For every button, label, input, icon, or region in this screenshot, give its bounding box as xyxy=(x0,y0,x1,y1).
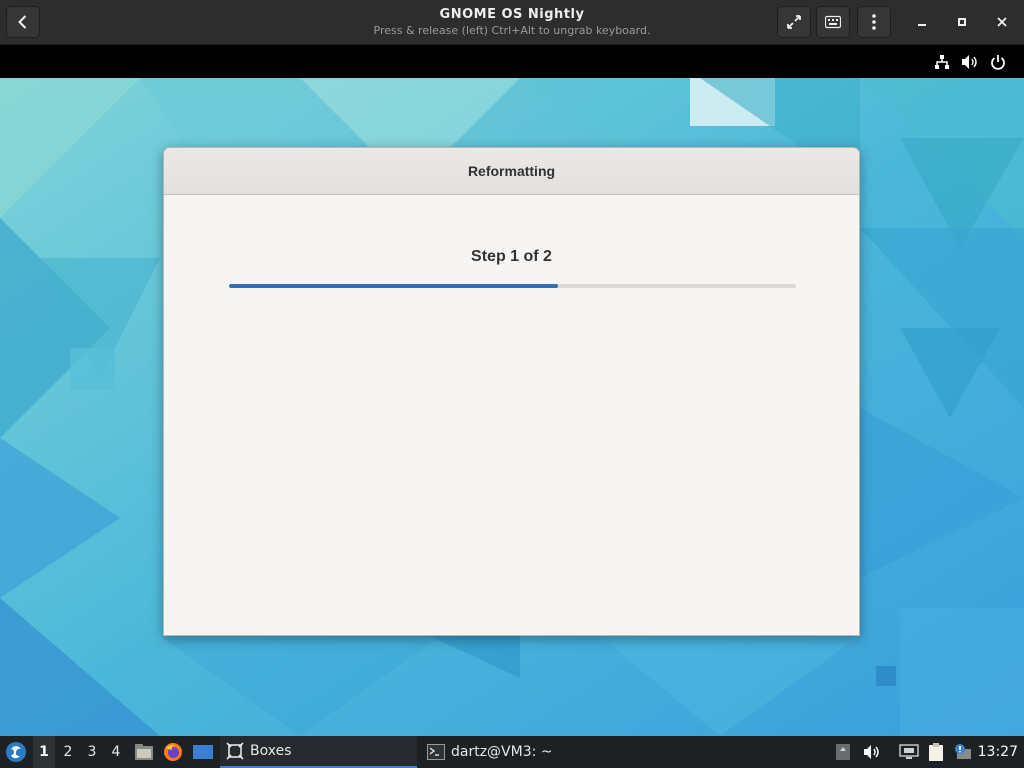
tray-updates[interactable] xyxy=(953,736,975,768)
clock: 13:27 xyxy=(977,744,1018,760)
progress-fill xyxy=(229,284,558,288)
fullscreen-button[interactable] xyxy=(777,6,811,38)
power-icon[interactable] xyxy=(989,53,1007,71)
menu-button[interactable] xyxy=(857,6,891,38)
workspace-4[interactable]: 4 xyxy=(105,736,127,768)
file-manager-icon xyxy=(135,744,153,760)
task-boxes[interactable]: Boxes xyxy=(220,736,417,768)
keyboard-icon xyxy=(825,15,841,29)
progress-bar xyxy=(229,284,796,288)
distro-logo-icon xyxy=(6,742,26,762)
minimize-button[interactable] xyxy=(905,6,939,38)
task-label: Boxes xyxy=(250,743,292,759)
minimize-icon xyxy=(918,24,926,26)
close-icon xyxy=(997,17,1007,27)
workspace-3[interactable]: 3 xyxy=(81,736,103,768)
kebab-menu-icon xyxy=(872,14,876,30)
firefox-icon xyxy=(164,743,182,761)
volume-icon xyxy=(864,745,879,759)
upload-icon xyxy=(836,744,850,760)
firefox-launcher[interactable] xyxy=(163,736,185,768)
update-notifier-icon xyxy=(955,744,971,759)
fullscreen-icon xyxy=(787,15,801,29)
network-icon[interactable] xyxy=(933,53,951,71)
clipboard-icon xyxy=(929,743,943,761)
show-desktop-launcher[interactable] xyxy=(192,736,216,768)
file-manager-launcher[interactable] xyxy=(134,736,156,768)
maximize-icon xyxy=(958,18,966,26)
tray-volume[interactable] xyxy=(863,736,883,768)
task-label: dartz@VM3: ~ xyxy=(451,744,553,760)
tray-clipboard[interactable] xyxy=(927,736,947,768)
tray-upload[interactable] xyxy=(835,736,853,768)
close-button[interactable] xyxy=(985,6,1019,38)
boxes-app-icon xyxy=(226,742,244,760)
terminal-icon xyxy=(427,744,445,760)
workspace-2[interactable]: 2 xyxy=(57,736,79,768)
guest-top-bar xyxy=(0,45,1024,78)
step-label: Step 1 of 2 xyxy=(471,248,552,265)
app-menu-button[interactable] xyxy=(4,736,28,768)
maximize-button[interactable] xyxy=(945,6,979,38)
wired-network-icon xyxy=(899,744,919,759)
boxes-headerbar: GNOME OS Nightly Press & release (left) … xyxy=(0,0,1024,45)
host-taskbar: 1 2 3 4 Boxes dartz@VM3: ~ 13:27 xyxy=(0,736,1024,768)
task-terminal[interactable]: dartz@VM3: ~ xyxy=(421,736,618,768)
reformatting-dialog: Reformatting Step 1 of 2 xyxy=(163,147,860,636)
keyboard-button[interactable] xyxy=(816,6,850,38)
desktop-icon xyxy=(193,745,213,759)
dialog-title: Reformatting xyxy=(164,148,859,195)
workspace-1[interactable]: 1 xyxy=(33,736,55,768)
volume-icon[interactable] xyxy=(961,53,979,71)
tray-network[interactable] xyxy=(899,736,921,768)
